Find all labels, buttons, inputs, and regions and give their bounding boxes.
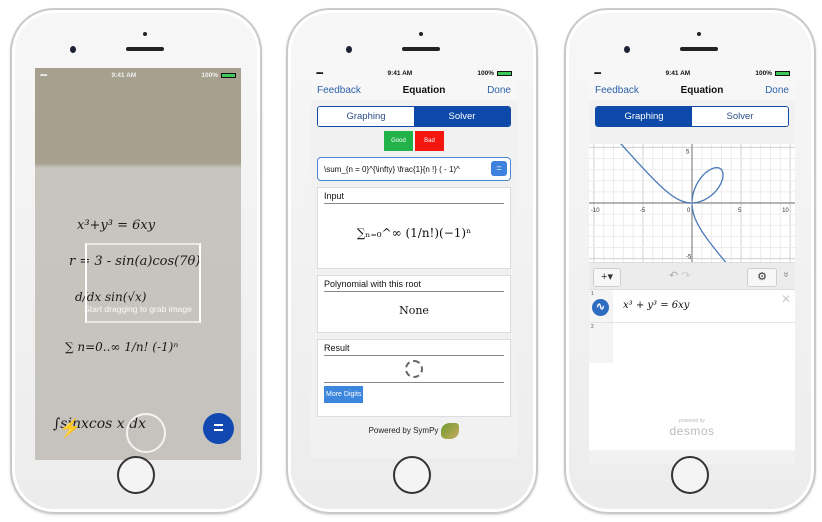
- done-button[interactable]: Done: [765, 85, 789, 96]
- app-showcase: ••••• 9:41 AM 100% x³+y³ = 6xy r = 3 - s…: [0, 0, 822, 522]
- mode-tabs: Graphing Solver: [317, 106, 511, 127]
- expression-toolbar: +▾ ↶ ↷ ⚙ »: [589, 262, 795, 290]
- tab-solver[interactable]: Solver: [692, 107, 788, 126]
- speaker: [126, 47, 164, 51]
- nav-bar: Feedback Equation Done: [311, 80, 517, 100]
- graph-screen: ••••• 9:41 AM 100% Feedback Equation Don…: [589, 66, 795, 464]
- tab-graphing[interactable]: Graphing: [318, 107, 414, 126]
- done-button[interactable]: Done: [487, 85, 511, 96]
- front-camera: [70, 46, 76, 53]
- speaker: [402, 47, 440, 51]
- expression-row[interactable]: 2: [589, 323, 795, 363]
- expression-row[interactable]: 1 ∿ x³ + y³ = 6xy ✕: [589, 290, 795, 323]
- home-button[interactable]: [117, 456, 155, 494]
- latex-input[interactable]: \sum_{n = 0}^{\infty} \frac{1}{n !} ( - …: [317, 157, 511, 181]
- polynomial-value: None: [399, 304, 429, 317]
- handwritten-equation: x³+y³ = 6xy: [77, 218, 156, 233]
- grab-hint: Start dragging to grab image: [84, 304, 192, 314]
- battery-percent: 100%: [201, 71, 218, 79]
- sympy-logo-icon: [441, 423, 460, 439]
- home-button[interactable]: [393, 456, 431, 494]
- tab-solver[interactable]: Solver: [414, 107, 510, 126]
- submit-button[interactable]: =: [491, 161, 507, 176]
- card-title: Result: [324, 343, 504, 356]
- mode-tabs: Graphing Solver: [595, 106, 789, 127]
- page-title: Equation: [680, 84, 724, 96]
- good-button[interactable]: Good: [384, 131, 413, 151]
- clock: 9:41 AM: [665, 69, 691, 77]
- handwritten-equation: ∑ n=0..∞ 1/n! (-1)ⁿ: [65, 340, 179, 354]
- x-tick-label: 0: [687, 208, 691, 214]
- delete-expression-icon[interactable]: ✕: [781, 292, 791, 306]
- add-expression-button[interactable]: +▾: [593, 268, 621, 287]
- collapse-icon[interactable]: »: [781, 272, 792, 278]
- result-card: Result More Digits: [317, 339, 511, 417]
- expression-list: 1 ∿ x³ + y³ = 6xy ✕ 2 powered by desmos: [589, 290, 795, 450]
- desmos-branding: powered by desmos: [589, 418, 795, 438]
- settings-button[interactable]: ⚙: [747, 268, 777, 287]
- phone-solver: ••••• 9:41 AM 100% Feedback Equation Don…: [286, 8, 538, 514]
- curve-visibility-icon[interactable]: ∿: [592, 299, 609, 316]
- input-card: Input ∑ₙ₌₀^∞ (1/n!)(−1)ⁿ: [317, 187, 511, 269]
- status-bar: ••••• 9:41 AM 100%: [35, 68, 241, 82]
- home-button[interactable]: [671, 456, 709, 494]
- battery-icon: [774, 70, 790, 76]
- signal-icon: •••••: [316, 69, 323, 77]
- x-tick-label: -10: [591, 208, 600, 214]
- sensor: [419, 32, 423, 36]
- loading-spinner: [405, 360, 423, 378]
- clock: 9:41 AM: [387, 69, 413, 77]
- nav-bar: Feedback Equation Done: [589, 80, 795, 100]
- battery-icon: [496, 70, 512, 76]
- status-bar: ••••• 9:41 AM 100%: [311, 66, 517, 80]
- feedback-button[interactable]: Feedback: [317, 85, 361, 96]
- camera-screen: ••••• 9:41 AM 100% x³+y³ = 6xy r = 3 - s…: [35, 68, 241, 460]
- equals-button[interactable]: =: [203, 413, 234, 444]
- undo-icon[interactable]: ↶: [669, 270, 678, 282]
- battery-icon: [220, 72, 236, 78]
- desmos-logo: desmos: [669, 424, 715, 438]
- phone-camera: ••••• 9:41 AM 100% x³+y³ = 6xy r = 3 - s…: [10, 8, 262, 514]
- y-tick-label: -5: [686, 255, 692, 261]
- y-tick-label: 5: [686, 149, 690, 155]
- solver-screen: ••••• 9:41 AM 100% Feedback Equation Don…: [311, 66, 517, 458]
- flash-icon[interactable]: ⚡: [59, 418, 81, 439]
- curve-folium: [691, 167, 724, 204]
- shutter-button[interactable]: [126, 413, 166, 453]
- card-title: Polynomial with this root: [324, 279, 504, 292]
- redo-icon[interactable]: ↷: [681, 270, 690, 282]
- clock: 9:41 AM: [111, 71, 137, 79]
- sensor: [697, 32, 701, 36]
- status-bar: ••••• 9:41 AM 100%: [589, 66, 795, 80]
- undo-redo-group: ↶ ↷: [669, 269, 691, 282]
- feedback-button[interactable]: Feedback: [595, 85, 639, 96]
- tab-graphing[interactable]: Graphing: [596, 107, 692, 126]
- x-tick-label: -5: [640, 208, 646, 214]
- expression-index: 2: [591, 324, 594, 330]
- more-digits-button[interactable]: More Digits: [324, 386, 364, 403]
- signal-icon: •••••: [40, 71, 47, 79]
- sensor: [143, 32, 147, 36]
- expression-latex[interactable]: x³ + y³ = 6xy: [623, 300, 689, 311]
- polynomial-card: Polynomial with this root None: [317, 275, 511, 333]
- signal-icon: •••••: [594, 69, 601, 77]
- sympy-footer: Powered by SymPy: [311, 423, 517, 439]
- latex-input-value: \sum_{n = 0}^{\infty} \frac{1}{n !} ( - …: [324, 164, 460, 174]
- speaker: [680, 47, 718, 51]
- x-tick-label: 10: [782, 208, 789, 214]
- graph-canvas[interactable]: -10 -5 0 5 10 5 -5: [589, 132, 795, 273]
- page-title: Equation: [402, 84, 446, 96]
- feedback-row: Good Bad: [311, 131, 517, 151]
- front-camera: [624, 46, 630, 53]
- graph-svg: -10 -5 0 5 105-5: [589, 132, 795, 273]
- front-camera: [346, 46, 352, 53]
- powered-by-text: Powered by SymPy: [368, 426, 439, 436]
- battery-percent: 100%: [755, 69, 772, 77]
- input-math: ∑ₙ₌₀^∞ (1/n!)(−1)ⁿ: [356, 226, 472, 240]
- phone-graphing: ••••• 9:41 AM 100% Feedback Equation Don…: [564, 8, 816, 514]
- battery-percent: 100%: [477, 69, 494, 77]
- bad-button[interactable]: Bad: [415, 131, 444, 151]
- card-title: Input: [324, 191, 504, 204]
- expression-index: 1: [591, 291, 594, 297]
